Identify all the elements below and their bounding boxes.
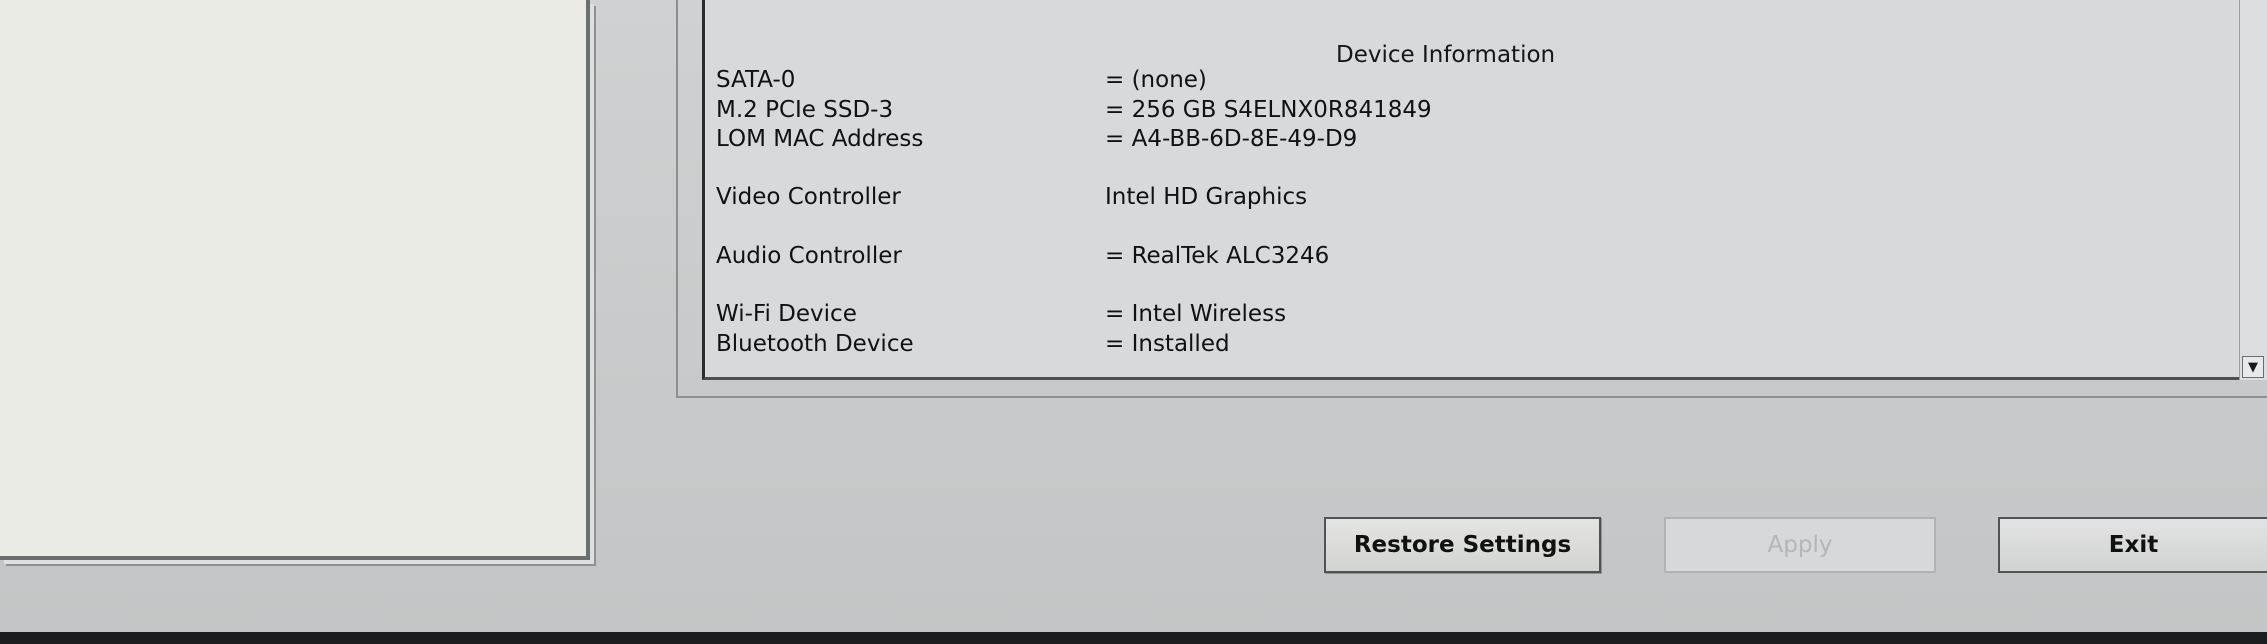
- info-value: Intel HD Graphics: [1105, 184, 1308, 210]
- bios-screen: Device Information SATA-0 = (none) M.2 P…: [0, 0, 2267, 632]
- info-label: LOM MAC Address: [716, 126, 924, 152]
- info-value: = A4-BB-6D-8E-49-D9: [1105, 126, 1358, 152]
- info-label: M.2 PCIe SSD-3: [716, 97, 894, 123]
- info-label: Audio Controller: [716, 243, 902, 269]
- info-value: = Installed: [1105, 331, 1230, 357]
- info-label: Bluetooth Device: [716, 331, 914, 357]
- info-label: Wi-Fi Device: [716, 301, 857, 327]
- device-info-title: Device Information: [1336, 42, 1556, 68]
- info-value: = (none): [1105, 67, 1207, 93]
- vertical-scrollbar[interactable]: ▼: [2239, 0, 2267, 380]
- monitor-bezel: [0, 632, 2267, 644]
- apply-button[interactable]: Apply: [1664, 517, 1936, 573]
- exit-button[interactable]: Exit: [1998, 517, 2267, 573]
- info-label: Video Controller: [716, 184, 901, 210]
- settings-tree-panel: [0, 0, 590, 560]
- info-value: = Intel Wireless: [1105, 301, 1287, 327]
- info-value: = RealTek ALC3246: [1105, 243, 1330, 269]
- info-value: = 256 GB S4ELNX0R841849: [1105, 97, 1432, 123]
- restore-settings-button[interactable]: Restore Settings: [1324, 517, 1601, 573]
- arrow-down-icon[interactable]: ▼: [2242, 356, 2264, 378]
- info-label: SATA-0: [716, 67, 796, 93]
